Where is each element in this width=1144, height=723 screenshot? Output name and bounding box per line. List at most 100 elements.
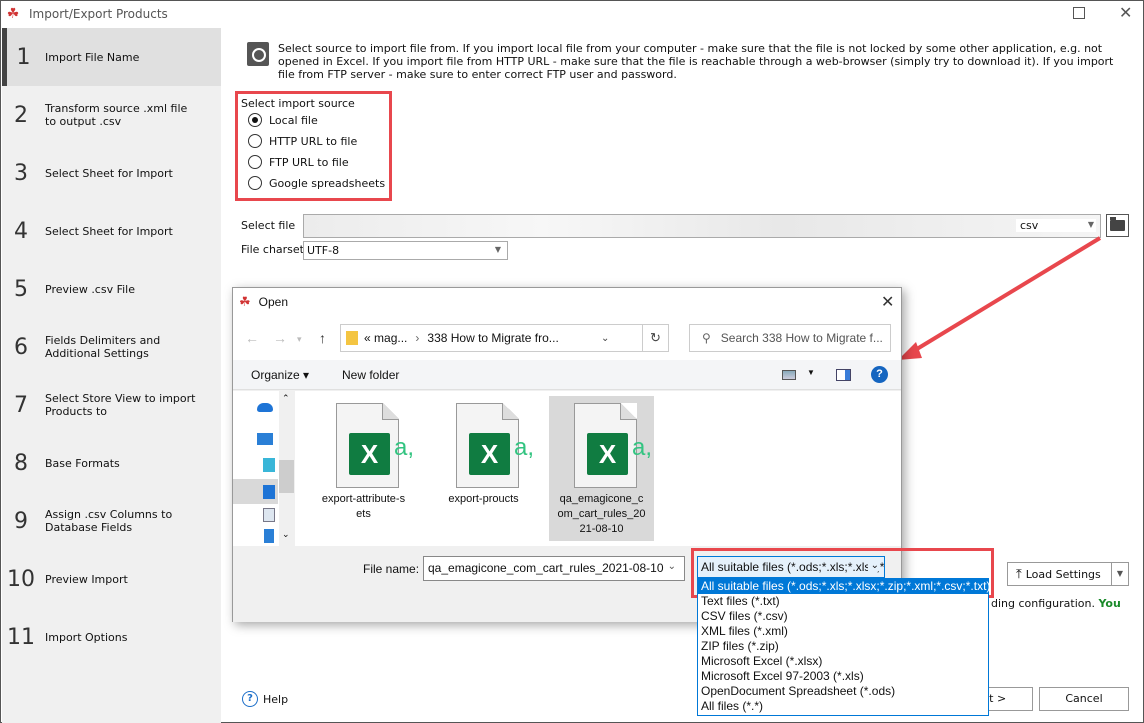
onedrive-icon[interactable] — [257, 403, 273, 412]
close-button[interactable]: ✕ — [1119, 3, 1132, 23]
help-link[interactable]: ? Help — [242, 691, 288, 707]
breadcrumb-separator-icon: › — [415, 331, 420, 345]
help-icon[interactable]: ? — [871, 366, 888, 383]
cancel-button[interactable]: Cancel — [1039, 687, 1129, 711]
step-5[interactable]: 5 Preview .csv File — [2, 260, 221, 318]
step-10[interactable]: 10 Preview Import — [2, 550, 221, 608]
file-item[interactable]: Xa, export-attribute-sets — [311, 396, 416, 541]
radio-http-url[interactable]: HTTP URL to file — [248, 134, 357, 148]
step-8[interactable]: 8 Base Formats — [2, 434, 221, 492]
step-3[interactable]: 3 Select Sheet for Import — [2, 144, 221, 202]
step-label: Preview Import — [45, 572, 128, 586]
chevron-down-icon[interactable]: ▼ — [1088, 220, 1094, 229]
forward-arrow-icon[interactable]: → — [273, 330, 287, 346]
file-type-option[interactable]: ZIP files (*.zip) — [698, 639, 988, 654]
step-number: 11 — [7, 624, 35, 650]
step-2[interactable]: 2 Transform source .xml file to output .c… — [2, 86, 221, 144]
file-name-label: File name: — [363, 562, 420, 576]
address-bar[interactable]: « mag... › 338 How to Migrate fro... ⌄ — [340, 324, 643, 352]
csv-file-icon: Xa, — [456, 403, 534, 488]
preview-pane-icon[interactable] — [836, 369, 851, 381]
step-6[interactable]: 6 Fields Delimiters and Additional Settin… — [2, 318, 221, 376]
info-text: Select source to import file from. If yo… — [278, 42, 1114, 81]
load-settings-label: Load Settings — [1025, 567, 1101, 581]
recent-chevron-icon[interactable]: ▾ — [297, 334, 302, 345]
up-arrow-icon[interactable]: ↑ — [319, 330, 326, 346]
file-type-select[interactable]: All suitable files (*.ods;*.xls;*.xlsx;*… — [697, 556, 885, 578]
new-folder-button[interactable]: New folder — [342, 368, 399, 382]
file-list: Xa, export-attribute-sets Xa, export-pro… — [295, 391, 901, 546]
radio-ftp-url[interactable]: FTP URL to file — [248, 155, 349, 169]
step-number: 6 — [14, 334, 28, 360]
file-type-option[interactable]: Text files (*.txt) — [698, 594, 988, 609]
back-arrow-icon[interactable]: ← — [245, 330, 259, 346]
file-type-option[interactable]: OpenDocument Spreadsheet (*.ods) — [698, 684, 988, 699]
downloads-icon[interactable] — [264, 529, 274, 543]
file-type-option[interactable]: All files (*.*) — [698, 699, 988, 714]
step-11[interactable]: 11 Import Options — [2, 608, 221, 666]
dialog-title-bar: ☘ Open — [233, 288, 901, 316]
file-name: export-attribute-sets — [321, 493, 406, 520]
file-type-option[interactable]: XML files (*.xml) — [698, 624, 988, 639]
browse-folder-button[interactable] — [1106, 214, 1129, 237]
step-label: Select Sheet for Import — [45, 224, 173, 238]
refresh-button[interactable]: ↻ — [643, 324, 669, 352]
step-label: Select Sheet for Import — [45, 166, 173, 180]
step-number: 7 — [14, 392, 28, 418]
help-label: Help — [263, 692, 289, 706]
radio-checked-icon[interactable] — [248, 113, 262, 127]
dialog-close-button[interactable]: ✕ — [881, 292, 894, 312]
file-type-value: All suitable files (*.ods;*.xls;*.xlsx;*… — [701, 560, 885, 574]
file-item[interactable]: Xa, export-proucts — [431, 396, 536, 541]
breadcrumb-current[interactable]: 338 How to Migrate fro... — [427, 331, 558, 345]
file-name-input[interactable]: qa_emagicone_com_cart_rules_2021-08-10 ⌄ — [423, 556, 685, 581]
maximize-button[interactable] — [1073, 7, 1085, 19]
this-pc-icon[interactable] — [257, 433, 273, 445]
file-type-option[interactable]: All suitable files (*.ods;*.xls;*.xlsx;*… — [698, 579, 990, 594]
chevron-down-icon[interactable]: ⌄ — [668, 561, 676, 572]
search-icon: ⚲ — [702, 331, 711, 345]
step-7[interactable]: 7 Select Store View to import Products to — [2, 376, 221, 434]
step-label: Select Store View to import Products to — [45, 392, 196, 418]
load-settings-dropdown[interactable]: ▼ — [1112, 562, 1129, 586]
breadcrumb-parent[interactable]: mag... — [374, 331, 407, 345]
scroll-up-icon[interactable]: ⌃ — [282, 393, 290, 404]
load-settings-button[interactable]: ⤒ Load Settings — [1007, 562, 1112, 586]
hard-drive-icon — [247, 42, 269, 66]
radio-icon[interactable] — [248, 155, 262, 169]
select-file-input[interactable]: csv ▼ — [303, 214, 1101, 238]
app-logo-icon: ☘ — [239, 294, 251, 309]
select-file-label: Select file — [241, 219, 296, 232]
radio-icon[interactable] — [248, 176, 262, 190]
scroll-down-icon[interactable]: ⌄ — [282, 529, 290, 540]
charset-value: UTF-8 — [307, 244, 340, 257]
step-label: Fields Delimiters and Additional Setting… — [45, 334, 161, 360]
radio-icon[interactable] — [248, 134, 262, 148]
organize-button[interactable]: Organize ▾ — [251, 368, 309, 382]
step-number: 8 — [14, 450, 28, 476]
3d-objects-icon[interactable] — [263, 458, 275, 472]
chevron-down-icon[interactable]: ⌄ — [867, 560, 879, 571]
file-type-option[interactable]: Microsoft Excel 97-2003 (*.xls) — [698, 669, 988, 684]
step-9[interactable]: 9 Assign .csv Columns to Database Fields — [2, 492, 221, 550]
charset-select[interactable]: UTF-8 ▼ — [303, 241, 508, 260]
file-type-option[interactable]: CSV files (*.csv) — [698, 609, 988, 624]
file-item-selected[interactable]: Xa, qa_emagicone_com_cart_rules_2021-08-… — [549, 396, 654, 541]
desktop-icon[interactable] — [263, 485, 275, 499]
path-overflow[interactable]: « — [364, 331, 371, 345]
chevron-down-icon: ▼ — [494, 245, 501, 254]
wizard-steps: 1 Import File Name 2 Transform source .xml… — [2, 28, 221, 723]
folder-icon — [346, 331, 358, 345]
view-dropdown-icon[interactable]: ▼ — [807, 368, 815, 377]
documents-icon[interactable] — [263, 508, 275, 522]
radio-google-spreadsheets[interactable]: Google spreadsheets — [248, 176, 385, 190]
nav-scrollbar-thumb[interactable] — [279, 460, 294, 493]
file-type-option[interactable]: Microsoft Excel (*.xlsx) — [698, 654, 988, 669]
view-icon[interactable] — [782, 370, 796, 380]
step-1[interactable]: 1 Import File Name — [2, 28, 221, 86]
step-4[interactable]: 4 Select Sheet for Import — [2, 202, 221, 260]
step-number: 4 — [14, 218, 28, 244]
chevron-down-icon[interactable]: ⌄ — [601, 333, 609, 344]
search-input[interactable]: ⚲ Search 338 How to Migrate f... — [689, 324, 891, 352]
radio-local-file[interactable]: Local file — [248, 113, 318, 127]
